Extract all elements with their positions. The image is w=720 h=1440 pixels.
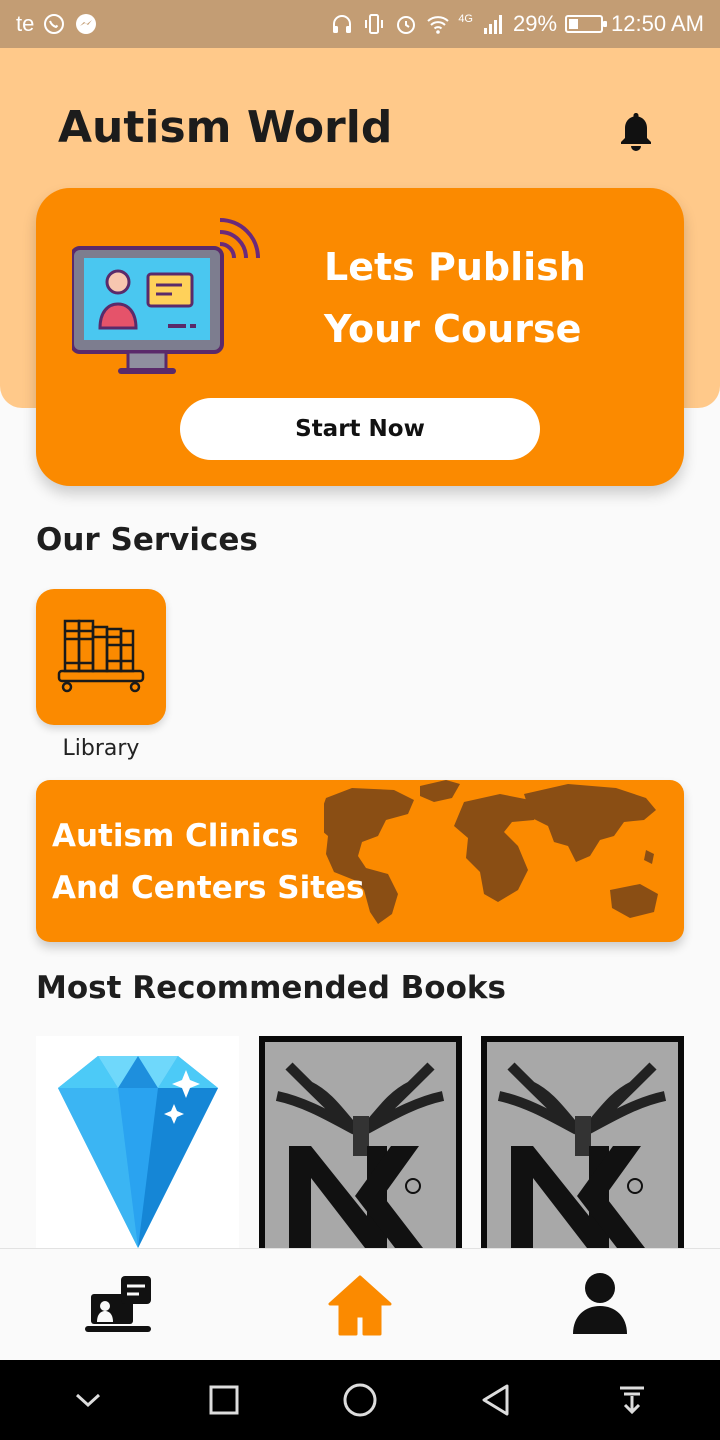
library-bookshelf-icon: [57, 619, 145, 693]
clock: 12:50 AM: [611, 11, 704, 36]
clinics-line2: And Centers Sites: [52, 870, 365, 906]
clinics-line1: Autism Clinics: [52, 818, 299, 854]
app-title: Autism World: [58, 102, 393, 153]
online-teacher-monitor-icon: [72, 218, 260, 374]
nav-profile[interactable]: [540, 1265, 660, 1345]
books-title: Most Recommended Books: [36, 970, 506, 1006]
nk-logo-cover: [487, 1042, 678, 1248]
home-circle-icon[interactable]: [330, 1370, 390, 1430]
promo-title-line2: Your Course: [324, 307, 582, 351]
promo-title: Lets Publish Your Course: [324, 236, 586, 360]
network-type-label: 4G: [458, 13, 473, 25]
autism-clinics-banner[interactable]: Autism Clinics And Centers Sites: [36, 780, 684, 942]
books-carousel[interactable]: [36, 1036, 684, 1248]
library-service-tile[interactable]: [36, 589, 166, 725]
library-label: Library: [62, 736, 140, 761]
wifi-icon: [427, 16, 449, 34]
battery-icon: [565, 15, 608, 33]
messenger-icon: [76, 14, 97, 34]
clinics-text: Autism Clinics And Centers Sites: [52, 810, 365, 914]
dropdown-icon[interactable]: [58, 1370, 118, 1430]
alarm-icon: [397, 16, 416, 34]
profile-icon: [573, 1272, 627, 1334]
status-left: te: [16, 11, 98, 37]
vibrate-icon: [365, 14, 384, 34]
status-bar: te 4G 29% 12:50 AM: [0, 0, 720, 48]
nav-courses[interactable]: [60, 1265, 180, 1345]
bell-icon[interactable]: [616, 110, 656, 152]
recents-icon[interactable]: [194, 1370, 254, 1430]
nav-home[interactable]: [300, 1265, 420, 1345]
notification-pull-icon[interactable]: [602, 1370, 662, 1430]
book-cover-nk-2[interactable]: [481, 1036, 684, 1248]
nk-logo-cover: [265, 1042, 456, 1248]
promo-title-line1: Lets Publish: [324, 245, 586, 289]
book-cover-nk[interactable]: [259, 1036, 462, 1248]
publish-course-card[interactable]: Lets Publish Your Course Start Now: [36, 188, 684, 486]
back-icon[interactable]: [466, 1370, 526, 1430]
whatsapp-icon: [44, 14, 65, 34]
start-now-button[interactable]: Start Now: [180, 398, 540, 460]
status-right: 4G 29% 12:50 AM: [330, 11, 704, 37]
headphones-icon: [333, 15, 352, 33]
bottom-navigation: [0, 1248, 720, 1360]
home-icon: [328, 1275, 392, 1335]
book-cover-diamond[interactable]: [36, 1036, 239, 1248]
battery-percent: 29%: [513, 11, 558, 36]
services-title: Our Services: [36, 522, 258, 558]
signal-icon: [484, 15, 502, 34]
diamond-cover: [58, 1056, 218, 1248]
world-map-graphic: [324, 780, 658, 924]
system-navigation-bar: [0, 1360, 720, 1440]
carrier-label: te: [16, 11, 35, 36]
courses-icon: [85, 1275, 151, 1332]
